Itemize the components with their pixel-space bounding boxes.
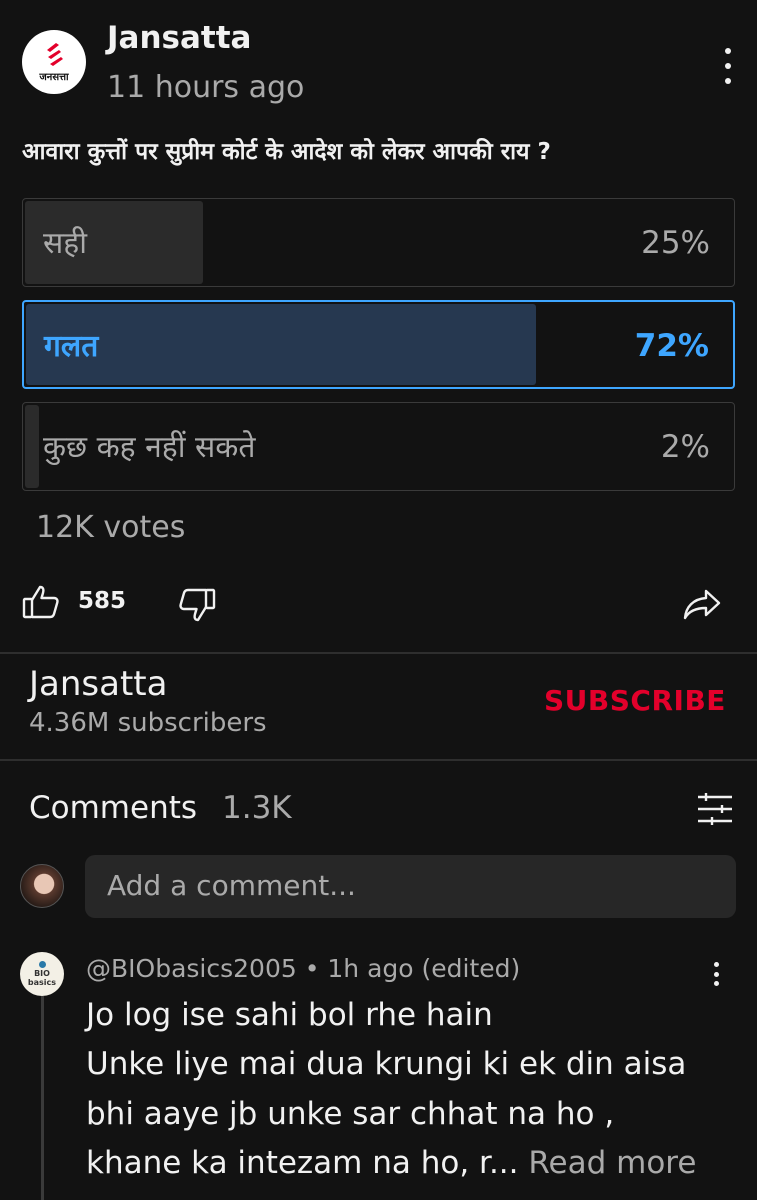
subscribe-button[interactable]: SUBSCRIBE — [544, 684, 726, 717]
channel-name[interactable]: Jansatta — [29, 664, 167, 704]
comment-more-options-icon[interactable] — [711, 962, 721, 986]
poll-option-percent: 25% — [641, 225, 710, 261]
add-comment-input[interactable]: Add a comment... — [85, 855, 736, 918]
comments-count: 1.3K — [222, 790, 292, 826]
sort-filter-icon[interactable] — [696, 792, 734, 826]
commenter-avatar[interactable]: BIO basics — [20, 952, 64, 996]
poll-option-label: सही — [43, 226, 87, 261]
thread-line — [41, 996, 44, 1200]
comment-text-line: Unke liye mai dua krungi ki ek din aisa — [86, 1046, 687, 1082]
poll-option-label: गलत — [44, 329, 99, 364]
poll-option-percent: 72% — [634, 328, 709, 364]
poll-option-fill — [26, 304, 537, 385]
poll-option[interactable]: कुछ कह नहीं सकते 2% — [22, 402, 735, 491]
poll-option-selected[interactable]: गलत 72% — [22, 300, 735, 389]
comment-text-line: Jo log ise sahi bol rhe hain — [86, 997, 493, 1033]
poll-question: आवारा कुत्तों पर सुप्रीम कोर्ट के आदेश क… — [22, 139, 551, 165]
user-avatar — [20, 864, 64, 908]
share-icon[interactable] — [682, 587, 722, 621]
post-header: जनसत्ता Jansatta 11 hours ago — [0, 0, 757, 120]
comment-text-line: bhi aaye jb unke sar chhat na ho , — [86, 1096, 615, 1132]
post-channel-name[interactable]: Jansatta — [107, 20, 251, 56]
comment-author[interactable]: @BIObasics2005 • 1h ago (edited) — [86, 954, 520, 983]
comments-title: Comments — [29, 790, 198, 826]
poll-option-percent: 2% — [660, 429, 710, 465]
divider — [0, 652, 757, 654]
subscriber-count: 4.36M subscribers — [29, 708, 267, 738]
poll-votes: 12K votes — [36, 510, 186, 545]
thumbs-down-icon[interactable] — [178, 587, 216, 623]
post-time: 11 hours ago — [107, 70, 305, 105]
comment-text-line-last: khane ka intezam na ho, r... Read more — [86, 1145, 696, 1181]
like-count: 585 — [78, 588, 127, 614]
read-more-link[interactable]: Read more — [528, 1145, 696, 1181]
comment-text: khane ka intezam na ho, r... — [86, 1145, 519, 1181]
add-comment-placeholder: Add a comment... — [107, 869, 356, 902]
logo-text: जनसत्ता — [39, 71, 69, 83]
divider — [0, 759, 757, 761]
jansatta-logo-icon — [47, 42, 63, 66]
avatar-text: BIO basics — [27, 969, 57, 987]
channel-logo[interactable]: जनसत्ता — [22, 30, 86, 94]
poll-option-fill — [25, 405, 40, 488]
poll-option[interactable]: सही 25% — [22, 198, 735, 287]
thumbs-up-icon[interactable] — [22, 584, 60, 620]
poll-option-label: कुछ कह नहीं सकते — [43, 430, 256, 465]
post-more-options-icon[interactable] — [718, 48, 738, 84]
avatar-badge-icon — [38, 961, 46, 968]
